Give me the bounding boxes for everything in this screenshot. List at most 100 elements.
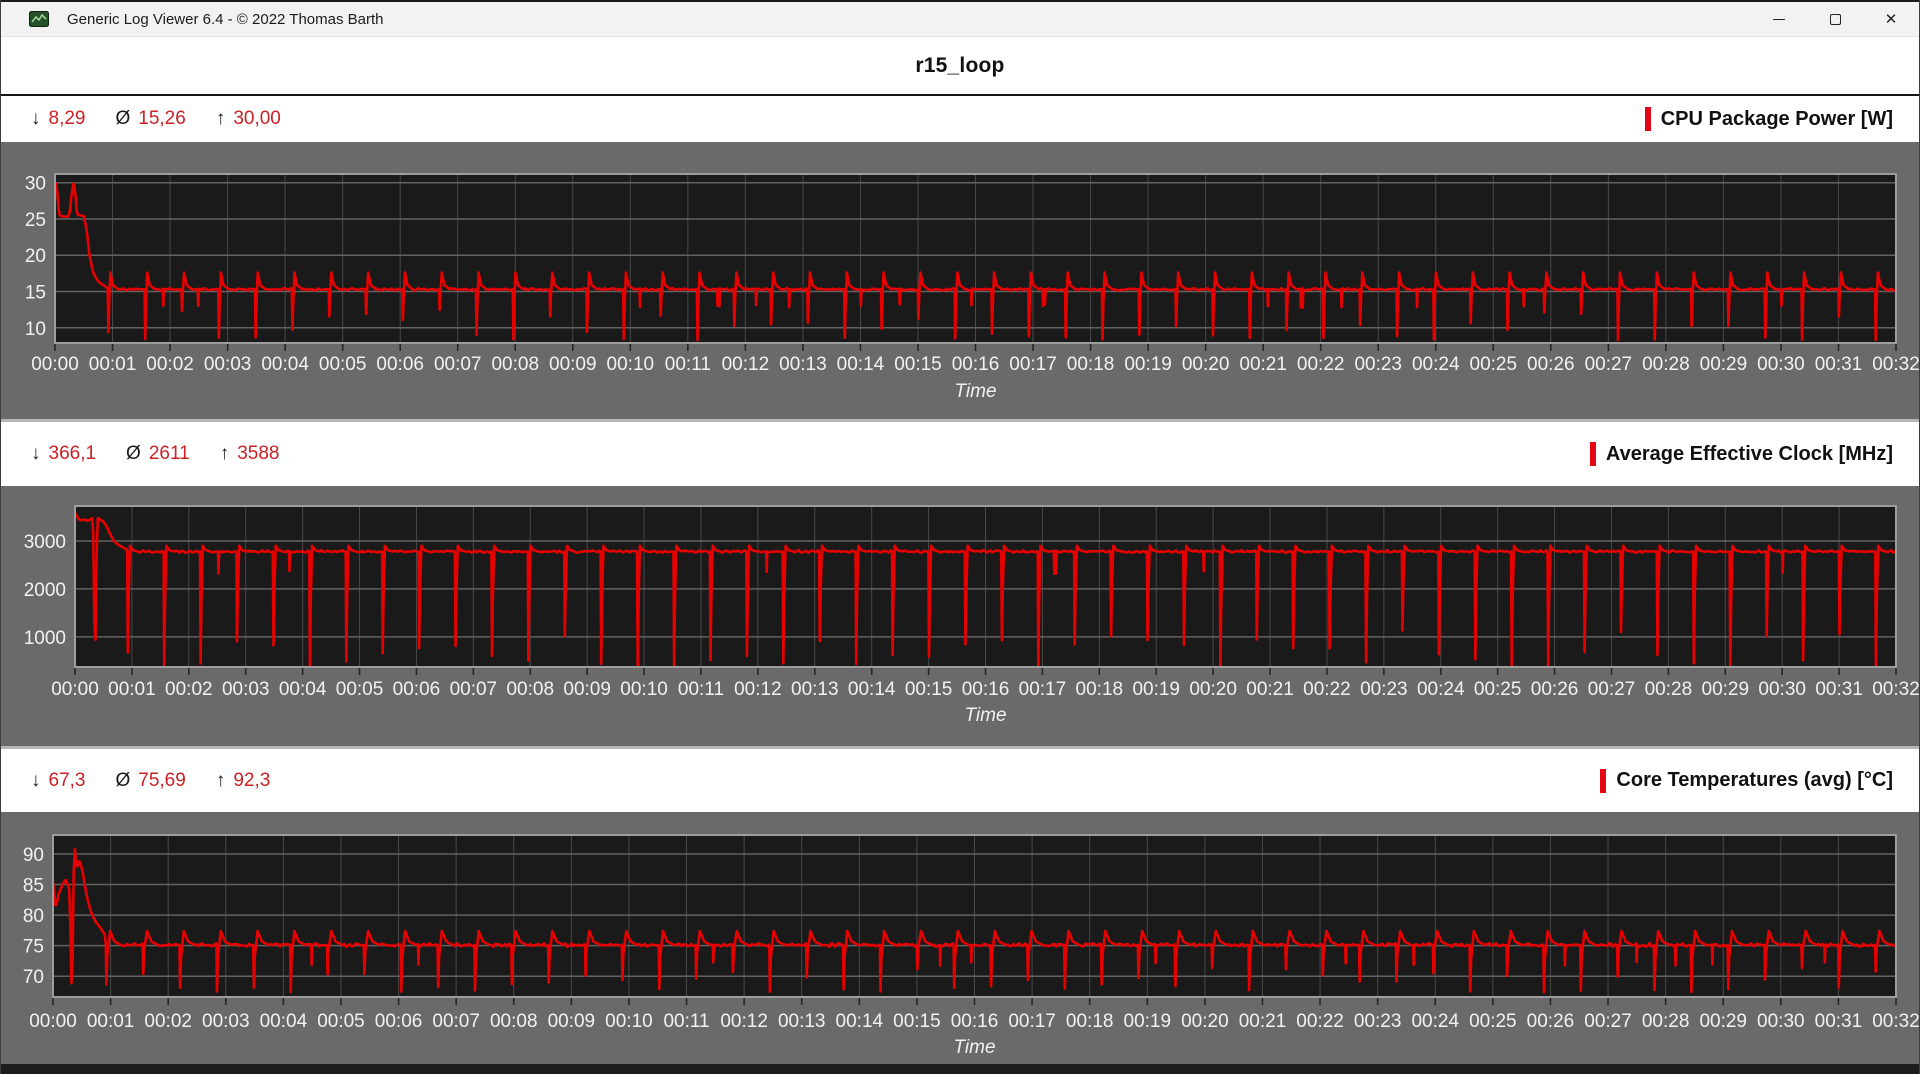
time-axis-title: Time: [953, 1037, 995, 1058]
x-axis-label: 00:23: [1354, 354, 1402, 375]
minimize-button[interactable]: [1751, 2, 1807, 36]
x-axis-label: 00:13: [791, 679, 839, 700]
window-controls: ✕: [1751, 2, 1919, 36]
stat-min: ↓ 67,3: [31, 770, 85, 792]
chart-cpu-package-power[interactable]: 00:00 00:01 00:02 00:03 00:04 00:05 00:06 00:07…: [1, 142, 1920, 419]
average-icon: Ø: [115, 108, 131, 129]
chart-core-temperatures[interactable]: 00:00 00:01 00:02 00:03 00:04 00:05 00:06 00:07…: [1, 812, 1920, 1064]
x-axis-label: 00:02: [146, 354, 194, 375]
stat-avg: Ø 15,26: [115, 108, 185, 130]
x-axis-label: 00:16: [962, 679, 1010, 700]
x-axis-label: 00:06: [376, 354, 424, 375]
app-window: Generic Log Viewer 6.4 - © 2022 Thomas B…: [0, 0, 1920, 1074]
chart-panel-cpu-package-power[interactable]: 00:00 00:01 00:02 00:03 00:04 00:05 00:06 00:07…: [1, 142, 1920, 419]
x-axis-label: 00:06: [375, 1011, 423, 1032]
x-axis-label: 00:31: [1815, 1011, 1863, 1032]
x-axis-label: 00:29: [1699, 1011, 1747, 1032]
x-axis-label: 00:20: [1189, 679, 1237, 700]
x-axis-label: 00:20: [1182, 354, 1230, 375]
title-bar[interactable]: Generic Log Viewer 6.4 - © 2022 Thomas B…: [1, 0, 1919, 37]
x-axis-label: 00:21: [1239, 354, 1287, 375]
x-axis-label: 00:07: [432, 1011, 480, 1032]
x-axis-label: 00:08: [506, 679, 554, 700]
x-axis-label: 00:25: [1474, 679, 1522, 700]
x-axis-label: 00:32: [1872, 679, 1920, 700]
close-button[interactable]: ✕: [1863, 2, 1919, 36]
avg-value: 15,26: [138, 108, 186, 129]
stats-bar: ↓ 366,1 Ø 2611 ↑ 3588 Average Effective …: [1, 422, 1919, 486]
x-axis-label: 00:14: [837, 354, 885, 375]
minimize-icon: [1773, 18, 1785, 20]
x-axis-label: 00:09: [563, 679, 611, 700]
stat-avg: Ø 2611: [126, 443, 190, 465]
x-axis-label: 00:01: [89, 354, 137, 375]
chart-section-core-temperatures: ↓ 67,3 Ø 75,69 ↑ 92,3 Core Temperatures …: [1, 749, 1920, 1064]
stats-min-avg-max: ↓ 366,1 Ø 2611 ↑ 3588: [31, 443, 309, 465]
x-axis-label: 00:19: [1132, 679, 1180, 700]
stats-min-avg-max: ↓ 67,3 Ø 75,69 ↑ 92,3: [31, 770, 300, 792]
x-axis-label: 00:18: [1067, 354, 1115, 375]
x-axis-label: 00:21: [1246, 679, 1294, 700]
x-axis-label: 00:29: [1700, 354, 1748, 375]
x-axis-label: 00:15: [893, 1011, 941, 1032]
x-axis-label: 00:11: [678, 679, 724, 700]
x-axis-label: 00:25: [1470, 354, 1518, 375]
y-axis-label: 15: [25, 283, 46, 304]
min-value: 67,3: [48, 769, 86, 791]
x-axis-label: 00:18: [1066, 1011, 1114, 1032]
x-axis-label: 00:14: [848, 679, 896, 700]
average-icon: Ø: [115, 769, 131, 791]
series-color-swatch: [1644, 107, 1651, 131]
y-axis-label: 30: [25, 174, 46, 195]
x-axis-label: 00:30: [1757, 1011, 1805, 1032]
x-axis-label: 00:09: [549, 354, 597, 375]
x-axis-label: 00:10: [605, 1011, 653, 1032]
x-axis-label: 00:02: [144, 1011, 192, 1032]
x-axis-label: 00:06: [393, 679, 441, 700]
y-axis-label: 2000: [24, 580, 66, 601]
x-axis-label: 00:31: [1815, 354, 1863, 375]
x-axis-label: 00:04: [261, 354, 309, 375]
window-title: Generic Log Viewer 6.4 - © 2022 Thomas B…: [67, 10, 384, 28]
x-axis-label: 00:22: [1303, 679, 1351, 700]
chart-average-effective-clock[interactable]: 00:00 00:01 00:02 00:03 00:04 00:05 00:06 00:07…: [1, 486, 1920, 746]
x-axis-label: 00:07: [450, 679, 498, 700]
x-axis-label: 00:00: [31, 354, 79, 375]
x-axis-label: 00:11: [665, 354, 711, 375]
stats-bar: ↓ 67,3 Ø 75,69 ↑ 92,3 Core Temperatures …: [1, 749, 1919, 812]
maximize-button[interactable]: [1807, 2, 1863, 36]
x-axis-label: 00:32: [1872, 1011, 1920, 1032]
stat-min: ↓ 8,29: [31, 108, 85, 130]
x-axis-label: 00:27: [1585, 354, 1633, 375]
x-axis-label: 00:28: [1642, 354, 1690, 375]
stat-max: ↑ 30,00: [216, 108, 281, 130]
avg-value: 2611: [148, 443, 190, 464]
x-axis-label: 00:24: [1411, 1011, 1459, 1032]
x-axis-label: 00:22: [1296, 1011, 1344, 1032]
x-axis-label: 00:03: [202, 1011, 250, 1032]
x-axis-label: 00:28: [1642, 1011, 1690, 1032]
chart-panel-average-effective-clock[interactable]: 00:00 00:01 00:02 00:03 00:04 00:05 00:06 00:07…: [1, 486, 1920, 746]
x-axis-label: 00:00: [29, 1011, 77, 1032]
x-axis-label: 00:14: [836, 1011, 884, 1032]
x-axis-label: 00:10: [607, 354, 655, 375]
y-axis-label: 85: [23, 876, 44, 897]
x-axis-label: 00:13: [779, 354, 827, 375]
x-axis-label: 00:03: [204, 354, 252, 375]
min-value: 366,1: [48, 443, 97, 464]
app-icon: [29, 11, 49, 27]
x-axis-label: 00:03: [222, 679, 270, 700]
x-axis-label: 00:22: [1297, 354, 1345, 375]
x-axis-label: 00:16: [951, 1011, 999, 1032]
stat-avg: Ø 75,69: [115, 770, 185, 792]
x-axis-label: 00:08: [490, 1011, 538, 1032]
x-axis-label: 00:10: [620, 679, 668, 700]
x-axis-label: 00:13: [778, 1011, 826, 1032]
y-axis-label: 1000: [24, 628, 66, 649]
x-axis-label: 00:01: [87, 1011, 135, 1032]
chart-panel-core-temperatures[interactable]: 00:00 00:01 00:02 00:03 00:04 00:05 00:06 00:07…: [1, 812, 1920, 1064]
y-axis-label: 75: [23, 937, 44, 958]
x-axis-label: 00:05: [336, 679, 384, 700]
min-arrow-icon: ↓: [31, 769, 41, 791]
time-axis-title: Time: [954, 381, 996, 402]
